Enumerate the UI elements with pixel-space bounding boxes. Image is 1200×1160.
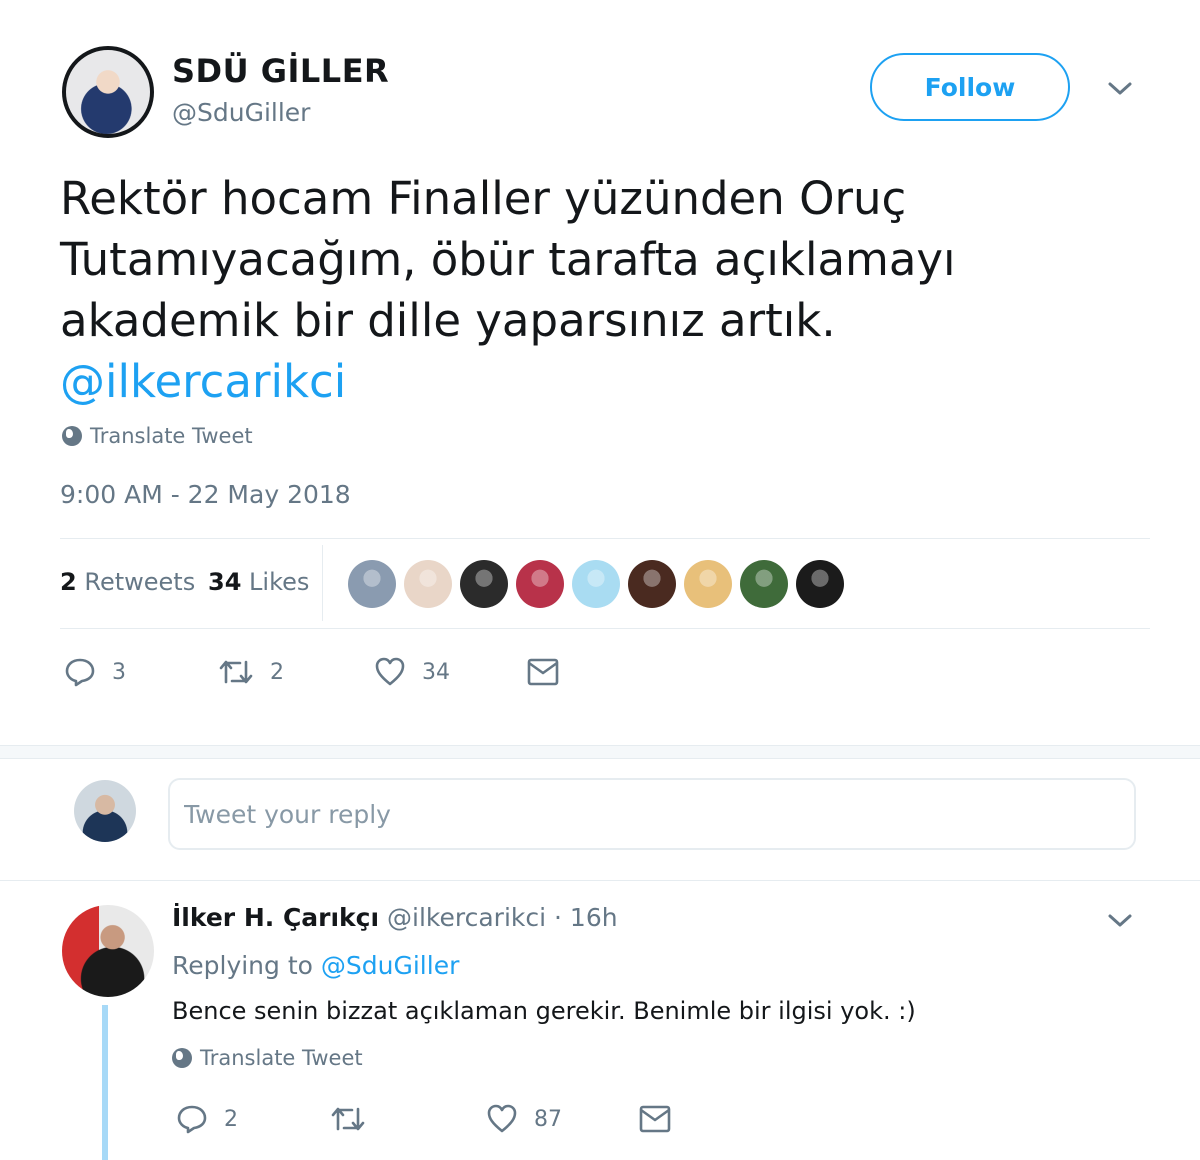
divider	[60, 628, 1150, 629]
liker-avatar[interactable]	[516, 560, 564, 608]
retweet-icon	[331, 1107, 365, 1131]
tweet-timestamp[interactable]: 9:00 AM - 22 May 2018	[60, 480, 351, 509]
reply-header: İlker H. Çarıkçı @ilkercarikci · 16h	[172, 903, 618, 932]
follow-button[interactable]: Follow	[870, 53, 1070, 121]
chevron-down-icon[interactable]	[1106, 910, 1134, 930]
reply-author-handle[interactable]: @ilkercarikci	[387, 903, 546, 932]
tweet-actions: 3 2 34	[0, 650, 700, 700]
retweet-count: 2	[270, 659, 284, 685]
likers-avatar-list	[348, 560, 844, 608]
retweet-button[interactable]: 2	[218, 656, 284, 688]
divider	[60, 538, 1150, 539]
retweets-label: Retweets	[84, 568, 196, 596]
reply-author-name[interactable]: İlker H. Çarıkçı	[172, 903, 379, 932]
tweet-mention-link[interactable]: @ilkercarikci	[60, 351, 1060, 412]
heart-icon	[487, 1104, 517, 1133]
liker-avatar[interactable]	[348, 560, 396, 608]
direct-message-button[interactable]	[638, 1103, 672, 1135]
reply-time[interactable]: · 16h	[554, 903, 618, 932]
tweet-text-line: akademik bir dille yaparsınız artık.	[60, 294, 836, 347]
reply-input[interactable]	[168, 778, 1136, 850]
reply-actions: 2 87	[0, 1097, 700, 1147]
liker-avatar[interactable]	[460, 560, 508, 608]
heart-icon	[375, 657, 405, 686]
reply-icon	[65, 658, 95, 687]
chevron-down-icon[interactable]	[1106, 78, 1134, 98]
translate-tweet-link[interactable]: Translate Tweet	[172, 1046, 363, 1070]
replying-to-label: Replying to	[172, 951, 313, 980]
likes-count: 34	[208, 568, 242, 596]
envelope-icon	[527, 658, 559, 686]
liker-avatar[interactable]	[684, 560, 732, 608]
author-avatar[interactable]	[62, 46, 154, 138]
retweet-button[interactable]	[330, 1103, 382, 1135]
like-button[interactable]: 34	[374, 656, 450, 688]
translate-label: Translate Tweet	[90, 424, 253, 448]
author-name[interactable]: SDÜ GİLLER	[172, 52, 389, 90]
likes-label: Likes	[249, 568, 310, 596]
globe-icon	[172, 1048, 192, 1068]
reply-button[interactable]: 3	[64, 656, 126, 688]
like-count: 34	[422, 659, 450, 685]
divider	[0, 880, 1200, 881]
liker-avatar[interactable]	[796, 560, 844, 608]
like-button[interactable]: 87	[486, 1103, 562, 1135]
liker-avatar[interactable]	[572, 560, 620, 608]
retweets-stat[interactable]: 2 Retweets	[60, 568, 195, 596]
replying-to: Replying to @SduGiller	[172, 951, 459, 980]
liker-avatar[interactable]	[628, 560, 676, 608]
reply-count: 2	[224, 1106, 238, 1132]
reply-text: Bence senin bizzat açıklaman gerekir. Be…	[172, 997, 916, 1025]
retweet-icon	[219, 660, 253, 684]
tweet-text-line: Tutamıyacağım, öbür tarafta açıklamayı	[60, 233, 956, 286]
current-user-avatar[interactable]	[74, 780, 136, 842]
reply-icon	[177, 1105, 207, 1134]
retweets-count: 2	[60, 568, 77, 596]
envelope-icon	[639, 1105, 671, 1133]
replying-to-handle[interactable]: @SduGiller	[321, 951, 459, 980]
reply-button[interactable]: 2	[176, 1103, 238, 1135]
translate-tweet-link[interactable]: Translate Tweet	[62, 424, 253, 448]
reply-author-avatar[interactable]	[62, 905, 154, 997]
section-divider	[0, 745, 1200, 759]
divider	[322, 545, 323, 621]
tweet-text-line: Rektör hocam Finaller yüzünden Oruç	[60, 172, 907, 225]
liker-avatar[interactable]	[740, 560, 788, 608]
likes-stat[interactable]: 34 Likes	[208, 568, 309, 596]
liker-avatar[interactable]	[404, 560, 452, 608]
globe-icon	[62, 426, 82, 446]
reply-count: 3	[112, 659, 126, 685]
tweet-text: Rektör hocam Finaller yüzünden Oruç Tuta…	[60, 168, 1060, 412]
translate-label: Translate Tweet	[200, 1046, 363, 1070]
direct-message-button[interactable]	[526, 656, 560, 688]
like-count: 87	[534, 1106, 562, 1132]
author-handle[interactable]: @SduGiller	[172, 98, 310, 127]
